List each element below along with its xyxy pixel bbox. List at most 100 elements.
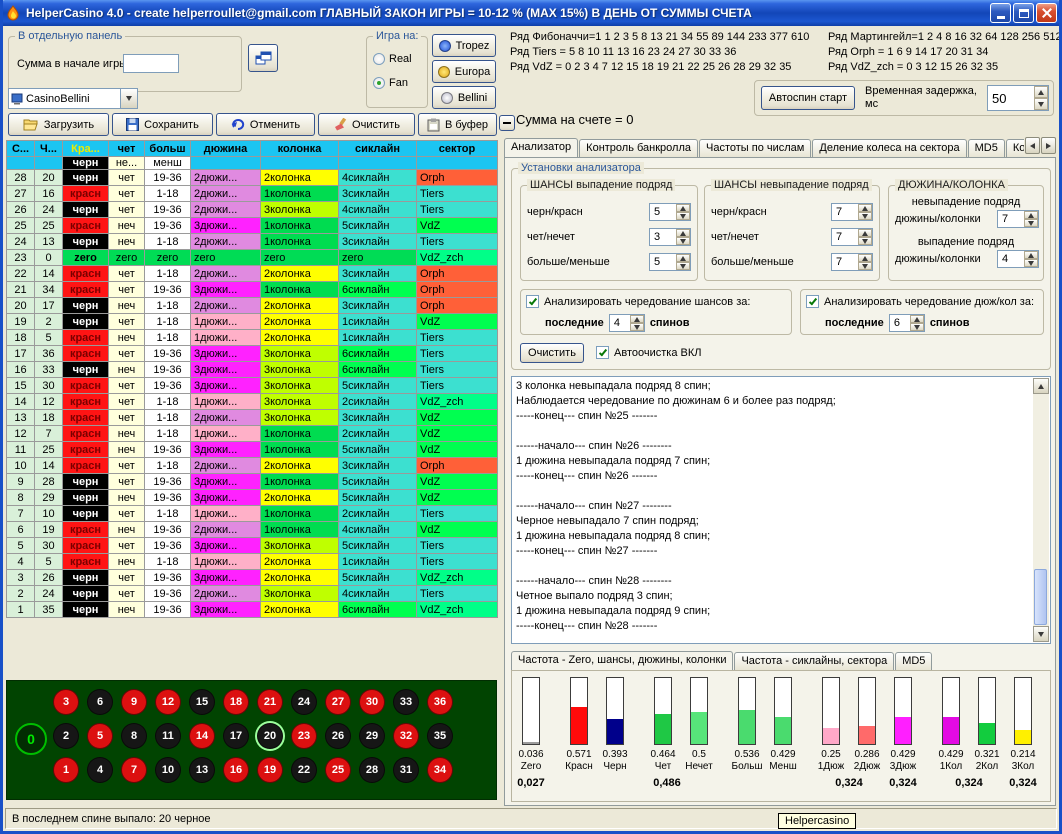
spins-table-row[interactable]: 530краснчет19-363дюжи...3колонка5сиклайн… — [7, 538, 498, 554]
spins-table-row[interactable]: 2525красннеч19-363дюжи...1колонка5сиклай… — [7, 218, 498, 234]
main-tab-4[interactable]: MD5 — [968, 139, 1005, 157]
roulette-number-26[interactable]: 26 — [325, 723, 351, 749]
spins-table-row[interactable]: 1125красннеч19-363дюжи...1колонка5сиклай… — [7, 442, 498, 458]
appear-spinner-value[interactable]: 3 — [650, 229, 676, 245]
undo-button[interactable]: Отменить — [216, 113, 315, 136]
spins-table-row[interactable]: 326чернчет19-363дюжи...2колонка5сиклайнV… — [7, 570, 498, 586]
roulette-number-3[interactable]: 3 — [53, 689, 79, 715]
alt-chance-checkbox[interactable] — [526, 295, 539, 308]
collapse-button[interactable] — [499, 115, 515, 131]
spins-table-row[interactable]: 192чернчет1-181дюжи...2колонка1сиклайнVd… — [7, 314, 498, 330]
appear-spinner-value[interactable]: 5 — [650, 204, 676, 220]
analysis-log[interactable]: 3 колонка невыпадала подряд 8 спин; Набл… — [511, 376, 1051, 644]
save-button[interactable]: Сохранить — [112, 113, 213, 136]
roulette-number-20[interactable]: 20 — [257, 723, 283, 749]
main-tab-0[interactable]: Анализатор — [504, 138, 578, 157]
roulette-number-16[interactable]: 16 — [223, 757, 249, 783]
roulette-number-28[interactable]: 28 — [359, 757, 385, 783]
spins-table-row[interactable]: 710чернчет1-181дюжи...1колонка2сиклайнTi… — [7, 506, 498, 522]
roulette-number-18[interactable]: 18 — [223, 689, 249, 715]
roulette-number-23[interactable]: 23 — [291, 723, 317, 749]
start-sum-input[interactable] — [123, 54, 179, 73]
autospin-start-button[interactable]: Автоспин старт — [761, 86, 855, 110]
roulette-number-34[interactable]: 34 — [427, 757, 453, 783]
spins-table-row[interactable]: 1412краснчет1-181дюжи...3колонка2сиклайн… — [7, 394, 498, 410]
roulette-number-8[interactable]: 8 — [121, 723, 147, 749]
clear-log-button[interactable]: Очистить — [520, 343, 584, 363]
spinner-up-button[interactable] — [910, 315, 924, 323]
roulette-number-5[interactable]: 5 — [87, 723, 113, 749]
spinner-up-button[interactable] — [676, 204, 690, 212]
roulette-number-35[interactable]: 35 — [427, 723, 453, 749]
delay-spinner-value[interactable]: 50 — [988, 86, 1034, 110]
europa-button[interactable]: Europa — [432, 60, 496, 83]
roulette-number-6[interactable]: 6 — [87, 689, 113, 715]
spinner-down-button[interactable] — [676, 237, 690, 245]
appear-spinner-value[interactable]: 5 — [650, 254, 676, 270]
absent-spinner-value[interactable]: 7 — [832, 229, 858, 245]
spinner-down-button[interactable] — [858, 237, 872, 245]
spinner-up-button[interactable] — [858, 204, 872, 212]
roulette-number-17[interactable]: 17 — [223, 723, 249, 749]
spins-table-row[interactable]: 45красннеч1-181дюжи...2колонка1сиклайнTi… — [7, 554, 498, 570]
spinner-down-button[interactable] — [1024, 219, 1038, 227]
spins-table-row[interactable]: 928чернчет19-363дюжи...1колонка5сиклайнV… — [7, 474, 498, 490]
spinner-up-button[interactable] — [1034, 86, 1048, 98]
roulette-number-33[interactable]: 33 — [393, 689, 419, 715]
spins-table-row[interactable]: 2017черннеч1-182дюжи...2колонка3сиклайнO… — [7, 298, 498, 314]
spins-table-row[interactable]: 2214краснчет1-182дюжи...2колонка3сиклайн… — [7, 266, 498, 282]
roulette-number-29[interactable]: 29 — [359, 723, 385, 749]
roulette-number-21[interactable]: 21 — [257, 689, 283, 715]
tab-scroll-left-button[interactable] — [1025, 137, 1040, 154]
main-tab-5[interactable]: Ко — [1006, 139, 1024, 157]
roulette-number-7[interactable]: 7 — [121, 757, 147, 783]
scroll-up-button[interactable] — [1033, 378, 1049, 394]
spins-table-row[interactable]: 224чернчет19-362дюжи...3колонка4сиклайнT… — [7, 586, 498, 602]
maximize-button[interactable] — [1013, 3, 1034, 23]
main-tab-3[interactable]: Деление колеса на сектора — [812, 139, 966, 157]
spins-table-row[interactable]: 230zerozerozerozerozerozeroVdZ_zch — [7, 250, 498, 266]
roulette-number-14[interactable]: 14 — [189, 723, 215, 749]
spinner-down-button[interactable] — [858, 212, 872, 220]
main-tab-2[interactable]: Частоты по числам — [699, 139, 811, 157]
bellini-button[interactable]: Bellini — [432, 86, 496, 109]
spins-table-row[interactable]: 135черннеч19-363дюжи...2колонка6сиклайнV… — [7, 602, 498, 618]
roulette-number-32[interactable]: 32 — [393, 723, 419, 749]
spins-table-row[interactable]: 1736краснчет19-363дюжи...3колонка6сиклай… — [7, 346, 498, 362]
roulette-number-10[interactable]: 10 — [155, 757, 181, 783]
roulette-number-36[interactable]: 36 — [427, 689, 453, 715]
roulette-number-31[interactable]: 31 — [393, 757, 419, 783]
popout-panel-button[interactable] — [248, 44, 278, 72]
roulette-number-30[interactable]: 30 — [359, 689, 385, 715]
dozen-absent-spinner-value[interactable]: 7 — [998, 211, 1024, 227]
casino-select[interactable]: CasinoBellini — [8, 88, 138, 109]
roulette-zero[interactable]: 0 — [15, 723, 47, 755]
spins-table-row[interactable]: 1633черннеч19-363дюжи...3колонка6сиклайн… — [7, 362, 498, 378]
roulette-number-24[interactable]: 24 — [291, 689, 317, 715]
alt-chance-spinner-value[interactable]: 4 — [610, 315, 630, 331]
dozen-appear-spinner-value[interactable]: 4 — [998, 251, 1024, 267]
spinner-up-button[interactable] — [1024, 211, 1038, 219]
roulette-number-27[interactable]: 27 — [325, 689, 351, 715]
spins-table-row[interactable]: 1014краснчет1-182дюжи...2колонка3сиклайн… — [7, 458, 498, 474]
spins-table-row[interactable]: 2624чернчет19-362дюжи...3колонка4сиклайн… — [7, 202, 498, 218]
spins-table-row[interactable]: 2716краснчет1-182дюжи...1колонка3сиклайн… — [7, 186, 498, 202]
scrollbar-thumb[interactable] — [1034, 569, 1047, 625]
roulette-number-9[interactable]: 9 — [121, 689, 147, 715]
roulette-number-19[interactable]: 19 — [257, 757, 283, 783]
roulette-number-1[interactable]: 1 — [53, 757, 79, 783]
radio-fan[interactable]: Fan — [373, 77, 408, 89]
roulette-number-25[interactable]: 25 — [325, 757, 351, 783]
tab-scroll-right-button[interactable] — [1041, 137, 1056, 154]
scroll-down-button[interactable] — [1033, 626, 1049, 642]
roulette-number-2[interactable]: 2 — [53, 723, 79, 749]
spinner-up-button[interactable] — [676, 254, 690, 262]
close-button[interactable] — [1036, 3, 1057, 23]
spinner-down-button[interactable] — [630, 323, 644, 331]
alt-dozen-spinner-value[interactable]: 6 — [890, 315, 910, 331]
spinner-down-button[interactable] — [676, 212, 690, 220]
spinner-up-button[interactable] — [858, 229, 872, 237]
spinner-up-button[interactable] — [858, 254, 872, 262]
alt-dozen-checkbox[interactable] — [806, 295, 819, 308]
spinner-down-button[interactable] — [858, 262, 872, 270]
